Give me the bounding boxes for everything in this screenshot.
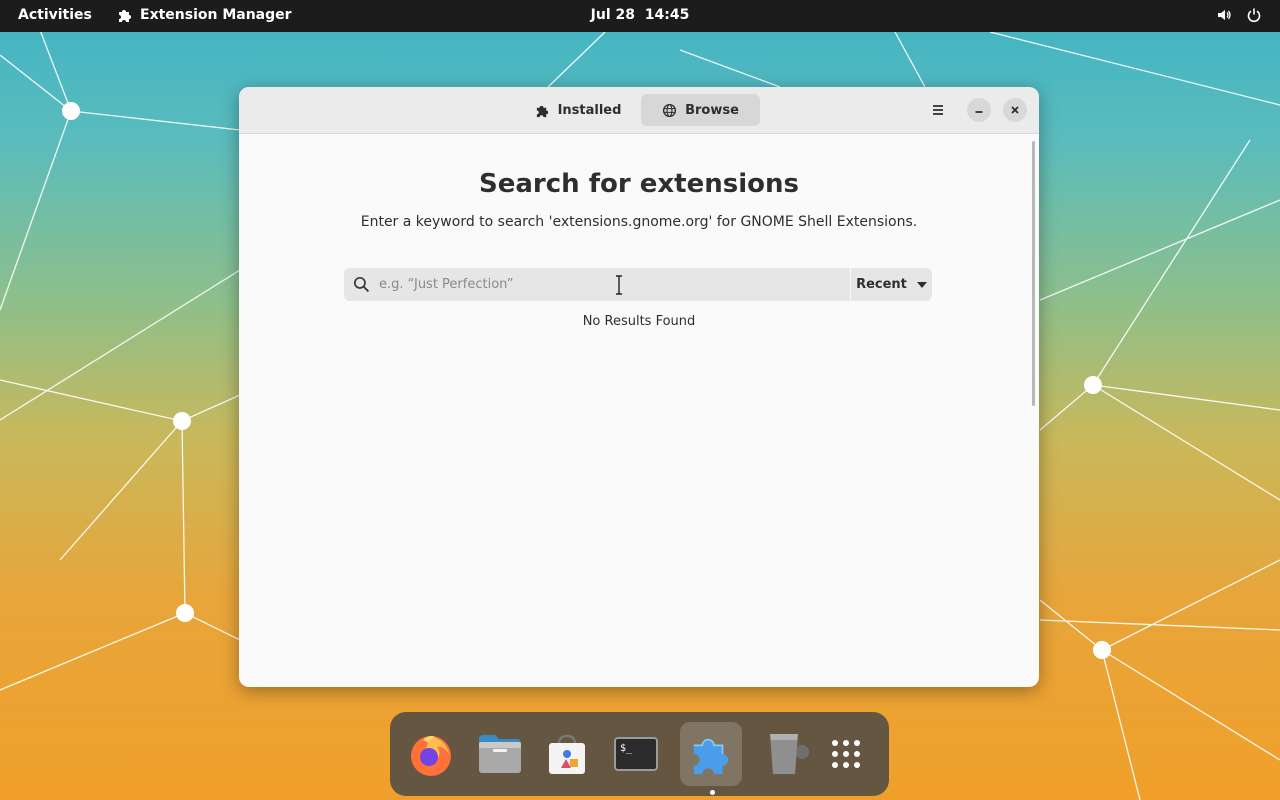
- firefox-icon: [411, 736, 451, 776]
- trash-icon: [770, 734, 809, 774]
- globe-icon: [663, 103, 677, 117]
- sort-dropdown[interactable]: Recent: [851, 268, 932, 301]
- text-cursor-icon: [616, 275, 622, 295]
- hamburger-menu-icon: [933, 105, 943, 115]
- dock-show-applications[interactable]: [815, 722, 877, 786]
- volume-icon[interactable]: [1216, 7, 1232, 23]
- dock-trash[interactable]: [756, 722, 818, 786]
- dropdown-arrow-icon: [916, 281, 927, 288]
- tab-browse[interactable]: Browse: [641, 94, 760, 126]
- dock-software[interactable]: [536, 722, 598, 786]
- top-bar: Activities Extension Manager Jul 28 14:4…: [0, 0, 1280, 32]
- minimize-button[interactable]: [967, 98, 991, 122]
- dock-extension-manager[interactable]: [680, 722, 742, 786]
- power-icon[interactable]: [1246, 7, 1262, 23]
- tab-browse-label: Browse: [685, 102, 739, 118]
- page-subtitle: Enter a keyword to search 'extensions.gn…: [360, 214, 918, 230]
- puzzle-icon: [119, 10, 131, 22]
- tab-installed[interactable]: Installed: [522, 94, 634, 126]
- main-menu-button[interactable]: [926, 98, 950, 122]
- puzzle-icon: [693, 738, 729, 775]
- tab-installed-label: Installed: [557, 102, 622, 118]
- clock-label[interactable]: Jul 28 14:45: [591, 7, 690, 23]
- no-results-label: No Results Found: [582, 314, 696, 329]
- app-grid-icon: [832, 740, 860, 768]
- minimize-icon: [975, 111, 983, 113]
- app-name-label: Extension Manager: [140, 7, 292, 23]
- running-indicator: [710, 790, 715, 795]
- dock-files[interactable]: [469, 722, 531, 786]
- files-folder-icon: [479, 735, 521, 773]
- dock-firefox[interactable]: [400, 722, 462, 786]
- extension-manager-window: Installed Browse Search for extensions E…: [239, 87, 1039, 687]
- search-icon: [353, 276, 370, 293]
- search-input[interactable]: [377, 276, 821, 293]
- dock: $_: [390, 712, 889, 796]
- puzzle-icon: [536, 105, 548, 117]
- sort-dropdown-label: Recent: [856, 277, 907, 292]
- dock-terminal[interactable]: $_: [605, 722, 667, 786]
- close-icon: [1011, 106, 1019, 114]
- svg-text:$_: $_: [620, 743, 633, 754]
- page-title: Search for extensions: [479, 169, 799, 199]
- activities-button[interactable]: Activities: [18, 7, 92, 23]
- terminal-icon: $_: [614, 737, 658, 771]
- software-store-icon: [549, 734, 585, 774]
- search-bar: [344, 268, 850, 301]
- app-menu[interactable]: Extension Manager: [117, 7, 292, 23]
- header-bar: Installed Browse: [239, 87, 1039, 134]
- close-button[interactable]: [1003, 98, 1027, 122]
